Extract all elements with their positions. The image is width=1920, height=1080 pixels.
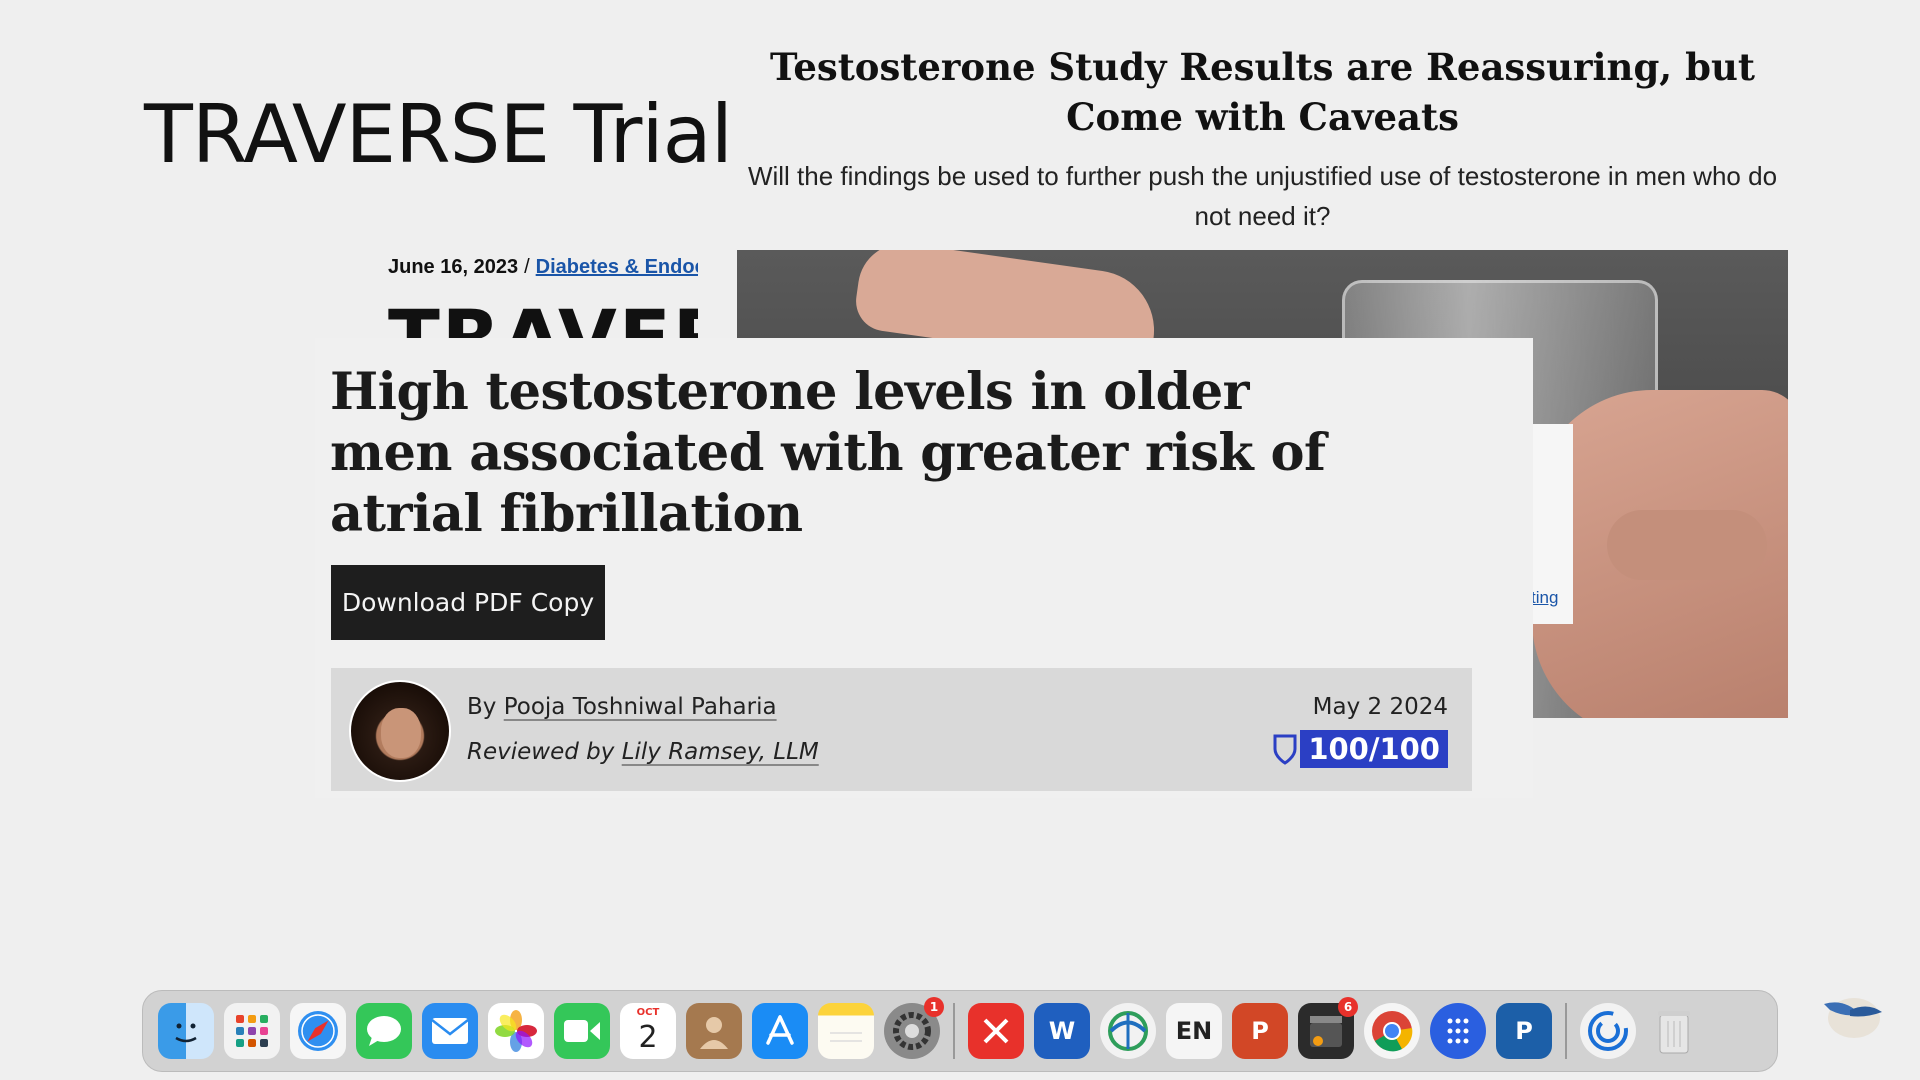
photos-icon[interactable] xyxy=(488,1003,544,1059)
finder-face-icon xyxy=(175,1023,197,1043)
snippet-brand-clip: TRAVERSE xyxy=(388,300,698,338)
dock: OCT 2 1 W EN P 6 P xyxy=(142,990,1778,1072)
notes-icon[interactable] xyxy=(818,1003,874,1059)
input-source-icon[interactable]: EN xyxy=(1166,1003,1222,1059)
launchpad-icon[interactable] xyxy=(224,1003,280,1059)
powerpoint-letter: P xyxy=(1251,1017,1269,1045)
byline-box: By Pooja Toshniwal Paharia Reviewed by L… xyxy=(331,668,1472,791)
network-app-icon[interactable] xyxy=(1100,1003,1156,1059)
byline-by-prefix: By xyxy=(467,694,497,720)
notepad-icon xyxy=(830,1032,862,1042)
chevrons-icon xyxy=(983,1018,1009,1044)
media-app-badge: 6 xyxy=(1338,997,1358,1017)
score-badge[interactable]: 100/100 xyxy=(1272,730,1448,768)
a-letter-icon xyxy=(766,1015,794,1045)
download-pdf-button[interactable]: Download PDF Copy xyxy=(331,565,605,640)
side-link[interactable]: ting xyxy=(1531,588,1558,608)
facetime-icon[interactable] xyxy=(554,1003,610,1059)
article-headline: High testosterone levels in older men as… xyxy=(330,362,1326,544)
settings-badge: 1 xyxy=(924,997,944,1017)
compass-icon xyxy=(298,1011,338,1051)
contacts-icon[interactable] xyxy=(686,1003,742,1059)
pulse-app-icon[interactable]: P xyxy=(1496,1003,1552,1059)
spiral-icon xyxy=(1588,1011,1628,1051)
spiral-app-icon[interactable] xyxy=(1580,1003,1636,1059)
pulse-letter: P xyxy=(1515,1017,1533,1045)
chrome-wheel-icon xyxy=(1372,1011,1413,1052)
chrome-icon[interactable] xyxy=(1364,1003,1420,1059)
powerpoint-icon[interactable]: P xyxy=(1232,1003,1288,1059)
globe-swirl-icon xyxy=(1108,1011,1148,1051)
dots-app-icon[interactable] xyxy=(1430,1003,1486,1059)
mail-icon[interactable] xyxy=(422,1003,478,1059)
calendar-day: 2 xyxy=(638,1019,658,1055)
calendar-icon[interactable]: OCT 2 xyxy=(620,1003,676,1059)
snippet-category-link[interactable]: Diabetes & Endoc xyxy=(536,256,698,278)
snippet-date: June 16, 2023 xyxy=(388,256,519,278)
word-icon[interactable]: W xyxy=(1034,1003,1090,1059)
messages-icon[interactable] xyxy=(356,1003,412,1059)
byline-reviewer: Reviewed by Lily Ramsey, LLM xyxy=(467,739,819,765)
word-letter: W xyxy=(1048,1017,1076,1045)
input-source-label: EN xyxy=(1175,1017,1213,1045)
right-article-headline: Testosterone Study Results are Reassurin… xyxy=(770,45,1755,139)
right-article-subheadline: Will the findings be used to further pus… xyxy=(747,161,1778,231)
avatar-face xyxy=(381,708,421,758)
author-link[interactable]: Pooja Toshniwal Paharia xyxy=(504,694,777,720)
video-camera-icon xyxy=(564,1020,600,1042)
grid-icon xyxy=(236,1015,268,1047)
flower-icon xyxy=(495,1010,537,1052)
trash-bin-icon xyxy=(1658,1011,1690,1054)
snippet-brand: TRAVERSE xyxy=(388,300,698,338)
media-app-icon[interactable]: 6 xyxy=(1298,997,1358,1059)
bird-logo-icon xyxy=(1824,998,1882,1038)
photo-knuckle xyxy=(1607,510,1767,580)
publish-date: May 2 2024 xyxy=(1312,694,1448,720)
dot-grid-icon xyxy=(1447,1018,1469,1044)
gear-icon xyxy=(893,1012,931,1050)
speech-bubble-icon xyxy=(367,1016,401,1046)
byline-reviewed-prefix: Reviewed by xyxy=(467,739,615,765)
clapper-icon xyxy=(1310,1016,1342,1047)
snippet-separator: / xyxy=(524,256,530,278)
remote-desktop-icon[interactable] xyxy=(968,1003,1024,1059)
trash-icon[interactable] xyxy=(1646,1003,1702,1059)
shield-icon xyxy=(1273,734,1297,765)
avatar[interactable] xyxy=(349,680,451,782)
app-store-icon[interactable] xyxy=(752,1003,808,1059)
system-settings-icon[interactable]: 1 xyxy=(884,997,944,1059)
right-article: Testosterone Study Results are Reassurin… xyxy=(735,42,1790,236)
dock-separator-2 xyxy=(1565,1003,1567,1059)
slide-title: TRAVERSE Trial xyxy=(144,88,733,181)
calendar-month: OCT xyxy=(636,1007,660,1018)
score-value: 100/100 xyxy=(1300,730,1448,768)
byline-author: By Pooja Toshniwal Paharia xyxy=(467,694,777,720)
reviewer-link[interactable]: Lily Ramsey, LLM xyxy=(622,739,819,765)
finder-icon[interactable] xyxy=(158,1003,214,1059)
snippet-meta: June 16, 2023/ Diabetes & Endoc xyxy=(388,256,698,286)
envelope-icon xyxy=(431,1018,469,1044)
dock-separator xyxy=(953,1003,955,1059)
safari-icon[interactable] xyxy=(290,1003,346,1059)
slide: TRAVERSE Trial Testosterone Study Result… xyxy=(0,0,1920,1080)
person-icon xyxy=(700,1017,728,1049)
